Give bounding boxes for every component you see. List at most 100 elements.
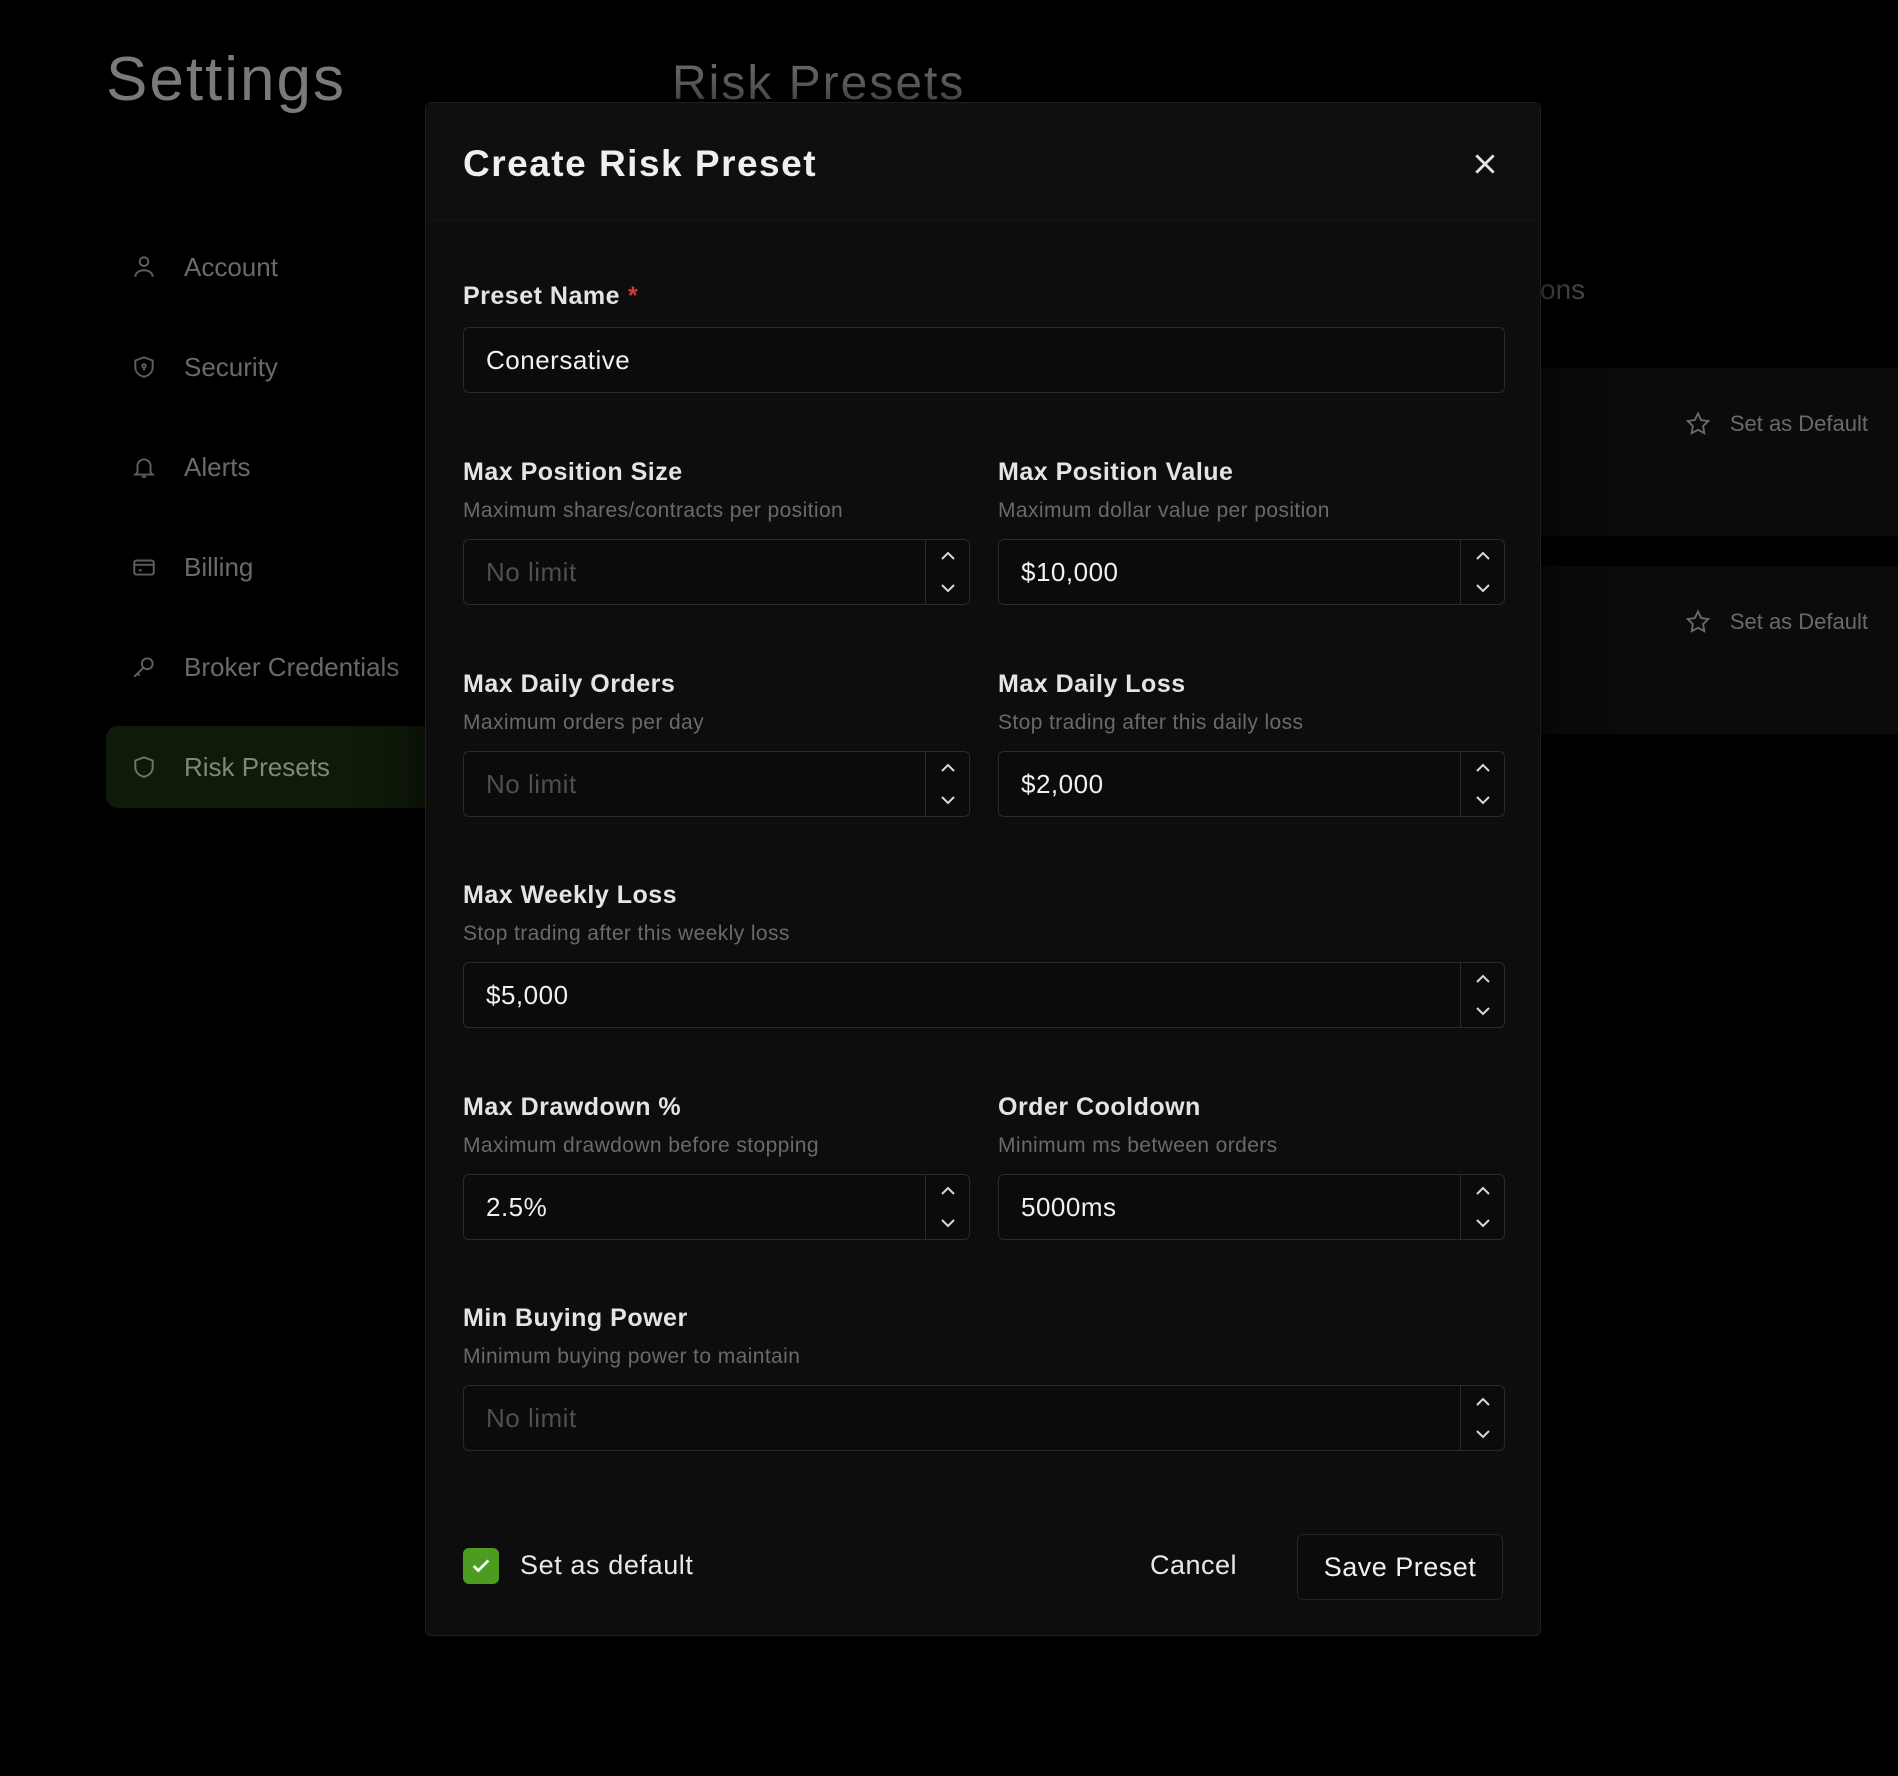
max-weekly-loss-label: Max Weekly Loss [463, 880, 678, 909]
min-buying-power-label: Min Buying Power [463, 1303, 688, 1332]
chevron-up-icon [1475, 1186, 1490, 1195]
preset-card: Set as Default [1540, 368, 1898, 536]
max-position-value-value: $10,000 [1021, 556, 1119, 587]
chevron-down-icon [1475, 1007, 1490, 1016]
check-icon [472, 1559, 490, 1573]
increment-button[interactable] [1461, 963, 1504, 995]
max-drawdown-description: Maximum drawdown before stopping [463, 1134, 819, 1157]
chevron-up-icon [940, 763, 955, 772]
increment-button[interactable] [926, 752, 969, 784]
max-position-size-label: Max Position Size [463, 457, 683, 486]
bell-icon [130, 453, 158, 481]
chevron-up-icon [1475, 763, 1490, 772]
set-as-default-label: Set as Default [1729, 609, 1868, 634]
number-stepper [1460, 1386, 1504, 1450]
max-daily-orders-placeholder: No limit [486, 768, 577, 799]
number-stepper [925, 540, 969, 604]
increment-button[interactable] [926, 1175, 969, 1207]
max-weekly-loss-description: Stop trading after this weekly loss [463, 922, 790, 945]
number-stepper [1460, 1175, 1504, 1239]
sidebar-item-label: Broker Credentials [184, 651, 400, 682]
settings-title: Settings [106, 45, 347, 114]
number-stepper [925, 752, 969, 816]
min-buying-power-field: Min Buying Power Minimum buying power to… [463, 1301, 1505, 1451]
set-as-default-label: Set as Default [1729, 411, 1868, 436]
number-stepper [1460, 963, 1504, 1027]
increment-button[interactable] [1461, 540, 1504, 572]
max-position-size-input[interactable]: No limit [463, 539, 970, 605]
max-position-value-label: Max Position Value [998, 457, 1234, 486]
chevron-down-icon [1475, 1219, 1490, 1228]
increment-button[interactable] [1461, 1386, 1504, 1418]
chevron-down-icon [940, 584, 955, 593]
required-mark: * [627, 281, 639, 310]
set-as-default-button[interactable]: Set as Default [1684, 608, 1868, 636]
max-position-size-field: Max Position Size Maximum shares/contrac… [463, 455, 970, 605]
number-stepper [1460, 752, 1504, 816]
max-daily-loss-input[interactable]: $2,000 [998, 751, 1505, 817]
max-drawdown-label: Max Drawdown % [463, 1092, 682, 1121]
background-text: ons [1540, 274, 1586, 305]
chevron-up-icon [1475, 551, 1490, 560]
max-drawdown-value: 2.5% [486, 1191, 548, 1222]
max-drawdown-input[interactable]: 2.5% [463, 1174, 970, 1240]
max-weekly-loss-value: $5,000 [486, 979, 569, 1010]
create-risk-preset-modal: Create Risk Preset Preset Name * Conersa… [425, 102, 1541, 1636]
sidebar-item-label: Account [184, 251, 278, 282]
decrement-button[interactable] [926, 572, 969, 604]
modal-title: Create Risk Preset [463, 143, 818, 184]
chevron-up-icon [1475, 974, 1490, 983]
max-daily-orders-description: Maximum orders per day [463, 711, 705, 734]
decrement-button[interactable] [926, 784, 969, 816]
chevron-up-icon [940, 551, 955, 560]
preset-card: Set as Default [1540, 566, 1898, 734]
decrement-button[interactable] [926, 1207, 969, 1239]
set-as-default-checkbox[interactable] [463, 1548, 499, 1584]
decrement-button[interactable] [1461, 1418, 1504, 1450]
close-icon [1475, 154, 1495, 174]
shield-icon [130, 353, 158, 381]
number-stepper [925, 1175, 969, 1239]
set-as-default-button[interactable]: Set as Default [1684, 410, 1868, 438]
increment-button[interactable] [926, 540, 969, 572]
user-icon [130, 253, 158, 281]
shield-icon [130, 753, 158, 781]
max-position-value-field: Max Position Value Maximum dollar value … [998, 455, 1505, 605]
sidebar-item-label: Security [184, 351, 278, 382]
settings-page: Settings Risk Presets Account Security A… [0, 0, 1898, 1776]
max-position-size-description: Maximum shares/contracts per position [463, 499, 844, 522]
star-icon [1685, 411, 1711, 435]
max-weekly-loss-input[interactable]: $5,000 [463, 962, 1505, 1028]
max-daily-loss-value: $2,000 [1021, 768, 1104, 799]
max-daily-loss-label: Max Daily Loss [998, 669, 1186, 698]
close-button[interactable] [1468, 147, 1502, 181]
preset-name-input[interactable]: Conersative [463, 327, 1505, 393]
max-position-value-description: Maximum dollar value per position [998, 499, 1330, 522]
decrement-button[interactable] [1461, 1207, 1504, 1239]
chevron-down-icon [1475, 796, 1490, 805]
set-as-default-checkbox-label[interactable]: Set as default [520, 1550, 694, 1581]
preset-name-field: Preset Name * Conersative [463, 279, 1505, 393]
save-preset-button[interactable]: Save Preset [1297, 1534, 1503, 1600]
decrement-button[interactable] [1461, 995, 1504, 1027]
order-cooldown-input[interactable]: 5000ms [998, 1174, 1505, 1240]
order-cooldown-label: Order Cooldown [998, 1092, 1201, 1121]
order-cooldown-description: Minimum ms between orders [998, 1134, 1278, 1157]
star-icon [1685, 609, 1711, 633]
max-position-value-input[interactable]: $10,000 [998, 539, 1505, 605]
increment-button[interactable] [1461, 1175, 1504, 1207]
min-buying-power-input[interactable]: No limit [463, 1385, 1505, 1451]
sidebar-item-label: Alerts [184, 451, 251, 482]
max-daily-orders-input[interactable]: No limit [463, 751, 970, 817]
chevron-up-icon [940, 1186, 955, 1195]
increment-button[interactable] [1461, 752, 1504, 784]
preset-name-value: Conersative [486, 344, 631, 375]
decrement-button[interactable] [1461, 572, 1504, 604]
min-buying-power-placeholder: No limit [486, 1402, 577, 1433]
cancel-button[interactable]: Cancel [1150, 1550, 1237, 1581]
max-drawdown-field: Max Drawdown % Maximum drawdown before s… [463, 1090, 970, 1240]
decrement-button[interactable] [1461, 784, 1504, 816]
credit-card-icon [130, 553, 158, 581]
modal-footer: Set as default Cancel Save Preset [463, 1534, 1503, 1600]
order-cooldown-field: Order Cooldown Minimum ms between orders… [998, 1090, 1505, 1240]
